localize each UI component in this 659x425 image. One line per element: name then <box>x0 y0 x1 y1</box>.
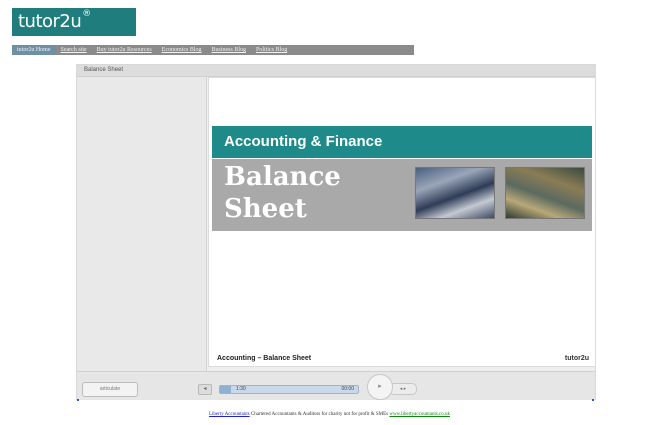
time-current: 1:30 <box>236 386 246 392</box>
nav-item-search[interactable]: Search site <box>56 45 92 55</box>
seek-bar[interactable]: 1:30 00:00 <box>219 385 359 394</box>
nav-item-home[interactable]: tutor2u Home <box>12 45 56 55</box>
articulate-button[interactable]: articulate <box>82 382 138 397</box>
nav-item-economics-blog[interactable]: Economics Blog <box>157 45 207 55</box>
registered-mark-icon: ® <box>82 9 91 19</box>
slide-title-band: Balance Sheet <box>212 159 592 231</box>
factory-photo-1 <box>415 167 495 219</box>
sponsor-text: Chartered Accountants & Auditors for cha… <box>250 412 389 417</box>
top-nav-bar: tutor2u Home Search site Buy tutor2u Res… <box>12 45 414 55</box>
play-icon[interactable]: ▸ <box>367 374 393 400</box>
corner-marker-right <box>592 399 594 401</box>
player-controls: articulate ◂ 1:30 00:00 ◂ ▸ ▸ <box>77 371 595 400</box>
previous-icon[interactable]: ◂ <box>198 384 212 395</box>
next-icon[interactable]: ◂ ▸ <box>389 383 417 395</box>
corner-marker-left <box>77 399 79 401</box>
time-total: 00:00 <box>341 386 354 392</box>
tutor2u-logo[interactable]: tutor2u® <box>12 8 136 36</box>
seek-bar-fill <box>220 386 232 393</box>
slide-outline-panel[interactable] <box>77 77 207 377</box>
factory-photo-2 <box>505 167 585 219</box>
sponsor-link[interactable]: Liberty Accountants <box>209 412 250 417</box>
sponsor-url[interactable]: www.libertyaccountants.co.uk <box>389 412 450 417</box>
nav-item-business-blog[interactable]: Business Blog <box>207 45 252 55</box>
nav-item-resources[interactable]: Buy tutor2u Resources <box>92 45 157 55</box>
nav-item-politics-blog[interactable]: Politics Blog <box>251 45 292 55</box>
slide-band-title: Accounting & Finance <box>212 126 592 158</box>
logo-text: tutor2u <box>18 11 82 32</box>
slide-canvas: Accounting & Finance Balance Sheet Accou… <box>208 77 596 367</box>
slide-footer-logo: tutor2u <box>564 355 589 362</box>
sponsor-footer: Liberty Accountants Chartered Accountant… <box>0 412 659 417</box>
presentation-player: Balance Sheet Accounting & Finance Balan… <box>76 64 596 400</box>
slide-main-title: Balance Sheet <box>224 162 341 224</box>
slide-footer-text: Accounting – Balance Sheet <box>217 355 312 362</box>
player-title: Balance Sheet <box>77 65 595 77</box>
